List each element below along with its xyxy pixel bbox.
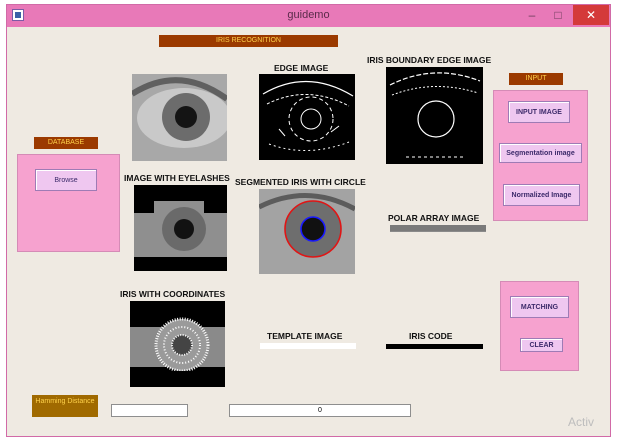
input-label: INPUT [509, 73, 563, 85]
input-panel: INPUT IMAGE Segmentation image Normalize… [493, 90, 588, 221]
hamming-distance-label: Hamming Distance [32, 395, 98, 417]
database-label: DATABASE [34, 137, 98, 149]
polar-caption: POLAR ARRAY IMAGE [388, 213, 480, 223]
coordinates-image [130, 301, 225, 387]
coordinates-caption: IRIS WITH COORDINATES [120, 289, 226, 299]
segmented-iris-image [259, 189, 355, 274]
coordinates-render [130, 301, 225, 387]
template-image [260, 343, 356, 349]
input-eye-image [132, 74, 227, 161]
edge-image [259, 74, 355, 160]
clear-button[interactable]: CLEAR [520, 338, 563, 352]
boundary-edge-image [386, 67, 483, 164]
eyelashes-caption: IMAGE WITH EYELASHES [124, 173, 230, 183]
activation-watermark: Activ [568, 415, 595, 429]
segmented-render [259, 189, 355, 274]
database-panel: Browse [17, 154, 120, 252]
figure-canvas: IRIS RECOGNITION DATABASE Browse EDGE IM… [7, 27, 610, 436]
hamming-distance-field[interactable] [111, 404, 188, 417]
title-bar[interactable]: guidemo – □ ✕ [7, 5, 610, 27]
boundary-caption: IRIS BOUNDARY EDGE IMAGE [367, 55, 492, 65]
figure-window: guidemo – □ ✕ IRIS RECOGNITION DATABASE … [6, 4, 611, 437]
normalized-image-button[interactable]: Normalized Image [503, 184, 580, 206]
eye-photo [132, 74, 227, 161]
matching-panel: MATCHING CLEAR [500, 281, 579, 371]
input-image-button[interactable]: INPUT IMAGE [508, 101, 570, 123]
boundary-render [386, 67, 483, 164]
polar-render [390, 231, 486, 232]
segmented-caption: SEGMENTED IRIS WITH CIRCLE [235, 177, 366, 187]
edge-caption: EDGE IMAGE [274, 63, 329, 73]
eyelashes-render [134, 185, 227, 271]
segmentation-image-button[interactable]: Segmentation image [499, 143, 582, 163]
close-icon[interactable]: ✕ [573, 5, 609, 25]
matching-button[interactable]: MATCHING [510, 296, 569, 318]
edge-render [259, 74, 355, 160]
browse-button[interactable]: Browse [35, 169, 97, 191]
maximize-icon[interactable]: □ [545, 5, 571, 25]
iris-code-image [386, 344, 483, 349]
polar-array-image [390, 225, 486, 232]
iris-code-caption: IRIS CODE [409, 331, 453, 341]
result-field[interactable]: 0 [229, 404, 411, 417]
template-caption: TEMPLATE IMAGE [267, 331, 343, 341]
title-banner: IRIS RECOGNITION [159, 35, 338, 47]
minimize-icon[interactable]: – [519, 5, 545, 25]
eyelashes-image [134, 185, 227, 271]
